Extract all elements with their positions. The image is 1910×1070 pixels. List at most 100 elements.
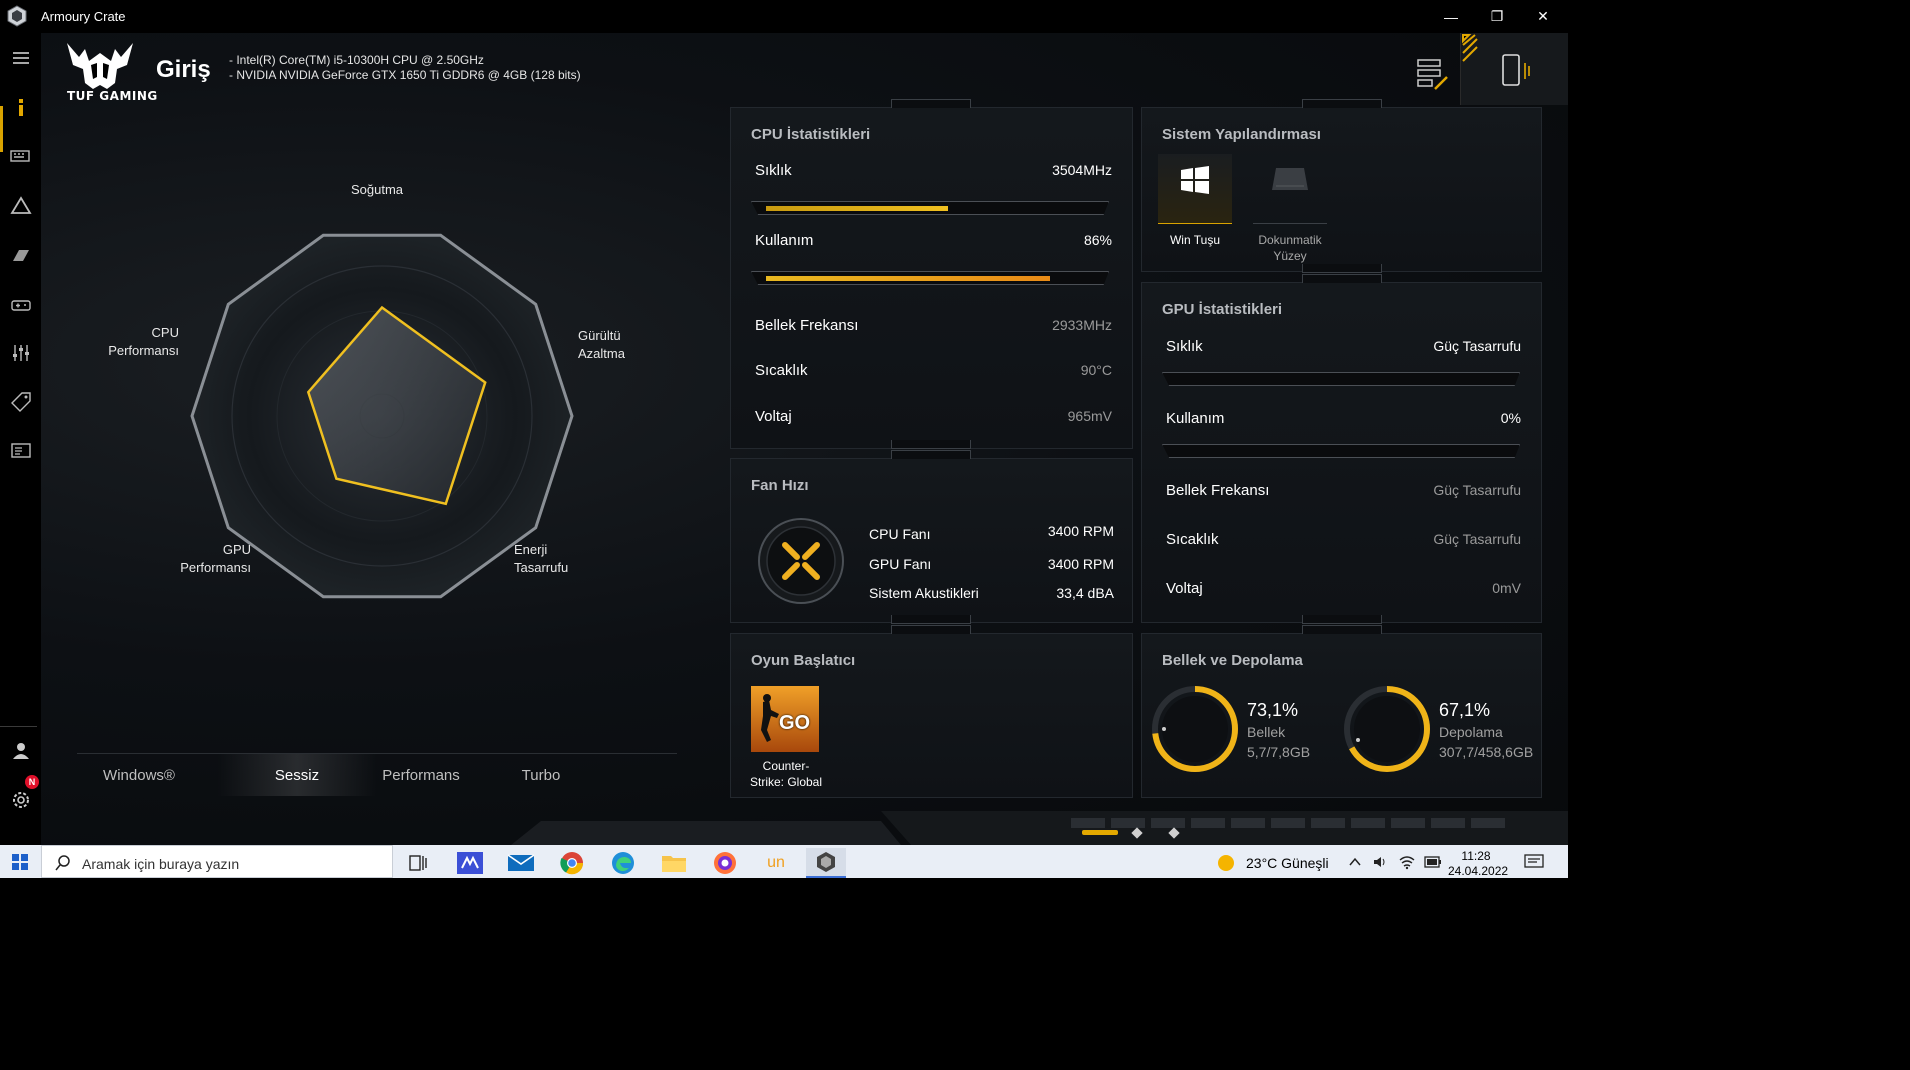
rail-divider <box>0 726 37 727</box>
csgo-title-line1: Counter- <box>762 759 810 773</box>
cpu-usage-value: 86% <box>1083 232 1112 248</box>
tab-performance[interactable]: Performans <box>373 754 469 796</box>
wifi-icon[interactable] <box>1398 854 1416 870</box>
tab-silent[interactable]: Sessiz <box>217 754 377 796</box>
weather-sun-icon[interactable] <box>1216 853 1236 873</box>
storage-title: Bellek ve Depolama <box>1162 652 1303 669</box>
gpu-stats-title: GPU İstatistikleri <box>1162 301 1283 318</box>
user-center-button[interactable] <box>0 731 41 771</box>
radar-label-gpu-line2: Performansı <box>180 560 251 575</box>
menu-button[interactable] <box>0 38 41 78</box>
settings-icon <box>12 792 29 808</box>
gpu-stats-panel: GPU İstatistikleri Sıklık Güç Tasarrufu … <box>1141 274 1542 624</box>
nav-home[interactable] <box>0 88 41 128</box>
cpu-mem-freq-value: 2933MHz <box>1052 317 1112 333</box>
clock-time: 11:28 <box>1461 849 1491 863</box>
start-button[interactable] <box>0 845 40 878</box>
cpu-stats-panel: CPU İstatistikleri Sıklık 3504MHz Kullan… <box>730 99 1133 449</box>
cpu-temp-value: 90°C <box>1080 362 1112 378</box>
cpu-freq-bar <box>751 201 1109 215</box>
page-indicator-active[interactable] <box>1082 830 1118 835</box>
taskbar-app-editor[interactable] <box>450 848 490 878</box>
csgo-game-tile[interactable]: GO <box>751 686 819 752</box>
armoury-crate-taskbar-icon <box>817 852 835 872</box>
task-view-button[interactable] <box>398 848 438 878</box>
nav-gamevisual[interactable] <box>0 235 41 275</box>
radar-label-energy-line2: Tasarrufu <box>514 560 569 575</box>
gpu-temp-label: Sıcaklık <box>1166 531 1219 548</box>
gpu-freq-label: Sıklık <box>1166 338 1203 355</box>
radar-label-gpu-line1: GPU <box>222 542 251 557</box>
sys-config-title: Sistem Yapılandırması <box>1162 126 1321 143</box>
panel-notch <box>1302 274 1382 283</box>
taskbar-app-explorer[interactable] <box>654 848 694 878</box>
hamburger-icon <box>12 52 29 64</box>
mobile-sync-button[interactable] <box>1460 33 1568 105</box>
gpu-mem-freq-label: Bellek Frekansı <box>1166 482 1270 499</box>
main-content: TUF GAMING Giriş - Intel(R) Core(TM) i5-… <box>41 33 1568 845</box>
panel-notch-bottom <box>1302 615 1382 624</box>
radar-label-energy-line1: Enerji <box>514 542 548 557</box>
tag-icon <box>10 392 31 412</box>
panel-notch-bottom <box>891 440 971 449</box>
taskbar-app-chrome[interactable] <box>552 848 592 878</box>
touchpad-toggle[interactable]: Dokunmatik Yüzey <box>1253 154 1327 263</box>
cpu-usage-bar <box>751 271 1109 285</box>
editor-app-icon <box>457 852 483 874</box>
close-button[interactable]: ✕ <box>1520 0 1566 33</box>
radar-label-noise: Gürültü Azaltma <box>578 327 625 363</box>
storage-percent: 67,1% <box>1439 700 1491 720</box>
panel-notch <box>891 99 971 108</box>
launcher-title: Oyun Başlatıcı <box>751 652 856 669</box>
cpu-usage-label: Kullanım <box>755 232 814 249</box>
armoury-crate-logo-icon <box>7 5 27 27</box>
win-key-label: Win Tuşu <box>1169 233 1220 247</box>
taskbar-app-edge[interactable] <box>603 848 643 878</box>
nav-scenario-profiles[interactable] <box>0 333 41 373</box>
taskbar-app-firefox[interactable] <box>705 848 745 878</box>
nav-aura[interactable] <box>0 186 41 226</box>
touchpad-label: Dokunmatik Yüzey <box>1243 232 1337 264</box>
system-config-panel: Sistem Yapılandırması Win Tuşu Dokunmati… <box>1141 99 1542 273</box>
layout-edit-icon[interactable] <box>1415 55 1451 95</box>
info-icon <box>18 99 23 116</box>
gpu-temp-value: Güç Tasarrufu <box>1433 531 1521 547</box>
taskbar-app-unknown[interactable]: un <box>756 848 796 878</box>
touchpad-icon <box>1272 168 1308 190</box>
tab-windows[interactable]: Windows® <box>91 754 187 796</box>
taskbar-clock[interactable]: 11:28 24.04.2022 <box>1448 849 1508 879</box>
taskbar-search-box[interactable]: Aramak için buraya yazın <box>41 845 393 878</box>
cpu-temp-label: Sıcaklık <box>755 362 808 379</box>
taskbar-app-armoury-crate[interactable] <box>806 848 846 878</box>
minimize-button[interactable]: — <box>1428 0 1474 33</box>
game-launcher-panel: Oyun Başlatıcı GO Counter- Strike: Globa… <box>730 625 1133 798</box>
panel-notch-bottom <box>1302 264 1382 273</box>
acoustic-label: Sistem Akustikleri <box>869 585 979 601</box>
tab-turbo[interactable]: Turbo <box>493 754 589 796</box>
csgo-tile-text: GO <box>779 712 811 734</box>
weather-text[interactable]: 23°C Güneşli <box>1246 855 1329 871</box>
phone-icon <box>1502 54 1530 86</box>
windows-taskbar: Aramak için buraya yazın un 23°C Güneşli… <box>0 845 1568 878</box>
search-icon <box>55 855 70 871</box>
restore-button[interactable]: ❐ <box>1474 0 1520 33</box>
radar-label-noise-line1: Gürültü <box>578 328 621 343</box>
volume-icon[interactable] <box>1372 854 1388 870</box>
taskbar-app-mail[interactable] <box>501 848 541 878</box>
win-key-toggle[interactable]: Win Tuşu <box>1158 154 1232 247</box>
nav-device[interactable] <box>0 136 41 176</box>
fan-icon <box>758 518 844 604</box>
folder-icon <box>662 856 686 872</box>
nav-featured-deals[interactable] <box>0 382 41 422</box>
nav-news[interactable] <box>0 431 41 471</box>
left-navigation-rail: N <box>0 33 41 845</box>
notification-center-icon[interactable] <box>1524 854 1544 870</box>
nav-game-launcher[interactable] <box>0 285 41 325</box>
cpu-stats-title: CPU İstatistikleri <box>751 126 871 143</box>
window-title: Armoury Crate <box>41 9 126 24</box>
chevron-up-icon[interactable] <box>1348 855 1362 869</box>
memory-detail: 5,7/7,8GB <box>1247 744 1311 760</box>
battery-icon[interactable] <box>1424 855 1442 869</box>
restore-icon: ❐ <box>1490 8 1504 24</box>
firefox-icon <box>714 852 736 874</box>
